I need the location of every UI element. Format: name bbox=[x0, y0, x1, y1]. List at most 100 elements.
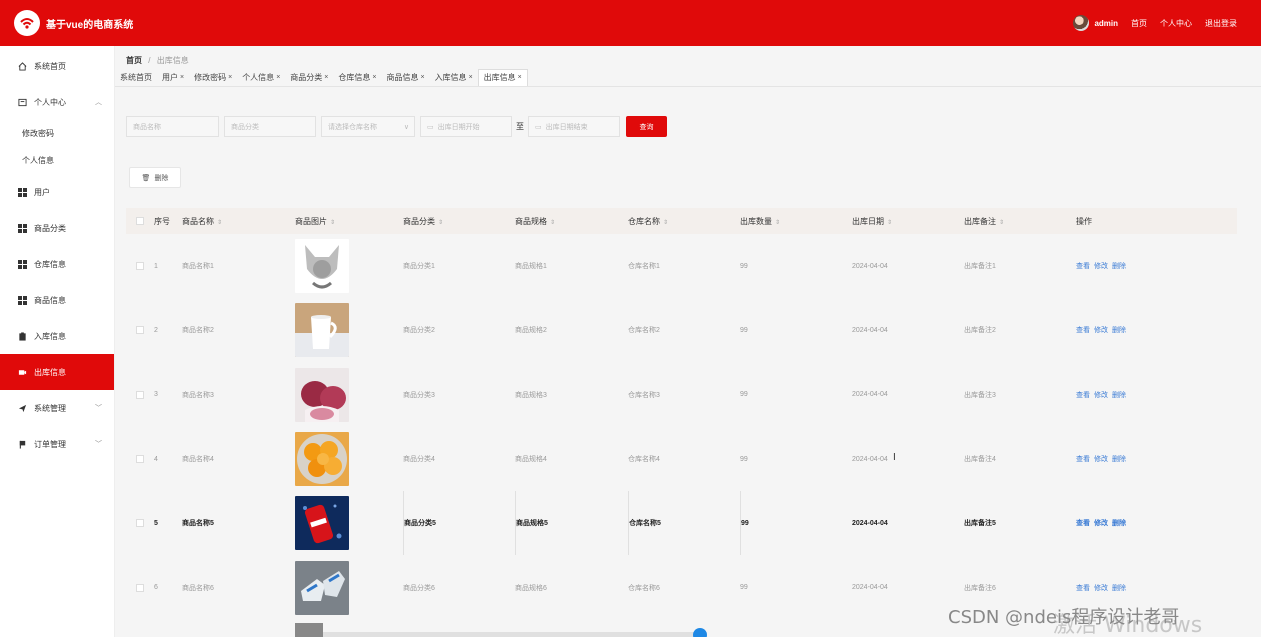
current-user[interactable]: admin bbox=[1073, 15, 1118, 31]
row-checkbox-cell bbox=[126, 583, 154, 592]
header-quantity[interactable]: 出库数量 ⇕ bbox=[740, 216, 852, 227]
header-product-name[interactable]: 商品名称 ⇕ bbox=[182, 216, 295, 227]
row-checkbox[interactable] bbox=[136, 262, 144, 271]
sort-icon: ⇕ bbox=[775, 219, 781, 226]
delete-link[interactable]: 删除 bbox=[1112, 583, 1126, 593]
tag-change-password[interactable]: 修改密码 × bbox=[189, 72, 237, 86]
tag-dashboard[interactable]: 系统首页 bbox=[115, 72, 157, 86]
row-checkbox[interactable] bbox=[136, 390, 144, 399]
sidebar-item-outbound[interactable]: 出库信息 bbox=[0, 354, 114, 390]
header-link-profile[interactable]: 个人中心 bbox=[1160, 18, 1192, 29]
date-start-input[interactable]: ▭ 出库日期开始 bbox=[420, 116, 512, 137]
edit-link[interactable]: 修改 bbox=[1094, 454, 1108, 464]
breadcrumb-home[interactable]: 首页 bbox=[126, 56, 142, 65]
table-row[interactable]: 4 商品名称4 商品分类4 商品规格4 仓库名称4 99 2024-04-04 出库备注4 查看… bbox=[126, 427, 1237, 491]
delete-link[interactable]: 删除 bbox=[1112, 325, 1126, 335]
close-icon[interactable]: × bbox=[276, 74, 280, 81]
horizontal-scrollbar[interactable] bbox=[323, 632, 702, 637]
view-link[interactable]: 查看 bbox=[1076, 518, 1090, 528]
delete-button[interactable]: 🗑 删除 bbox=[129, 167, 181, 188]
sidebar-item-warehouse[interactable]: 仓库信息 bbox=[0, 246, 114, 282]
delete-link[interactable]: 删除 bbox=[1112, 390, 1126, 400]
header-link-logout[interactable]: 退出登录 bbox=[1205, 18, 1237, 29]
edit-link[interactable]: 修改 bbox=[1094, 583, 1108, 593]
sidebar-item-product-category[interactable]: 商品分类 bbox=[0, 210, 114, 246]
header-warehouse[interactable]: 仓库名称 ⇕ bbox=[628, 216, 740, 227]
product-thumbnail[interactable] bbox=[295, 432, 349, 487]
edit-link[interactable]: 修改 bbox=[1094, 518, 1108, 528]
edit-link[interactable]: 修改 bbox=[1094, 325, 1108, 335]
csdn-watermark: CSDN @ndeis程序设计老哥 bbox=[948, 607, 1180, 628]
product-thumbnail[interactable] bbox=[295, 303, 349, 358]
delete-link[interactable]: 删除 bbox=[1112, 454, 1126, 464]
close-icon[interactable]: × bbox=[324, 74, 328, 81]
view-link[interactable]: 查看 bbox=[1076, 454, 1090, 464]
breadcrumb-current: 出库信息 bbox=[156, 56, 189, 65]
row-checkbox[interactable] bbox=[136, 326, 144, 335]
close-icon[interactable]: × bbox=[180, 74, 184, 81]
row-quantity: 99 bbox=[740, 455, 748, 463]
sidebar-item-products[interactable]: 商品信息 bbox=[0, 282, 114, 318]
close-icon[interactable]: × bbox=[420, 74, 424, 81]
header-category[interactable]: 商品分类 ⇕ bbox=[403, 216, 515, 227]
date-end-input[interactable]: ▭ 出库日期结束 bbox=[528, 116, 620, 137]
row-checkbox[interactable] bbox=[136, 519, 144, 528]
tag-product-category[interactable]: 商品分类 × bbox=[285, 72, 333, 86]
table-row[interactable]: 3 商品名称3 商品分类3 商品规格3 仓库名称3 99 2024-04-04 出库备注3 查看… bbox=[126, 363, 1237, 427]
row-checkbox[interactable] bbox=[136, 583, 144, 592]
table-row[interactable]: 5 商品名称5 商品分类5 商品规格5 仓库名称5 99 2024-04-04 出库备注5 查看… bbox=[126, 491, 1237, 556]
scroll-handle[interactable] bbox=[693, 628, 707, 637]
tag-outbound[interactable]: 出库信息 × bbox=[477, 69, 528, 86]
header-note[interactable]: 出库备注 ⇕ bbox=[964, 216, 1076, 227]
view-link[interactable]: 查看 bbox=[1076, 261, 1090, 271]
tag-warehouse[interactable]: 仓库信息 × bbox=[333, 72, 381, 86]
header-spec[interactable]: 商品规格 ⇕ bbox=[515, 216, 628, 227]
product-name-input[interactable]: 商品名称 bbox=[126, 116, 219, 137]
view-link[interactable]: 查看 bbox=[1076, 583, 1090, 593]
sidebar-item-users[interactable]: 用户 bbox=[0, 174, 114, 210]
sort-icon: ⇕ bbox=[887, 219, 893, 226]
table-row[interactable]: 2 商品名称2 商品分类2 商品规格2 仓库名称2 99 2024-04-04 出库备注2 查看… bbox=[126, 298, 1237, 362]
product-thumbnail[interactable] bbox=[295, 496, 349, 551]
delete-link[interactable]: 删除 bbox=[1112, 261, 1126, 271]
close-icon[interactable]: × bbox=[469, 74, 473, 81]
wifi-logo-icon bbox=[20, 18, 34, 29]
sidebar-item-user-center[interactable]: 个人中心 ︿ bbox=[0, 84, 114, 120]
close-icon[interactable]: × bbox=[372, 74, 376, 81]
product-thumbnail[interactable] bbox=[295, 367, 349, 422]
sidebar-item-orders[interactable]: 订单管理 ﹀ bbox=[0, 426, 114, 462]
header-actions: 操作 bbox=[1076, 216, 1092, 226]
row-index: 1 bbox=[154, 262, 158, 270]
category-input[interactable]: 商品分类 bbox=[224, 116, 316, 137]
product-thumbnail[interactable] bbox=[295, 560, 349, 615]
sidebar-item-dashboard[interactable]: 系统首页 bbox=[0, 48, 114, 84]
header-link-home[interactable]: 首页 bbox=[1131, 18, 1147, 29]
search-button[interactable]: 查询 bbox=[626, 116, 667, 137]
product-thumbnail[interactable] bbox=[295, 239, 349, 294]
tag-personal-info[interactable]: 个人信息 × bbox=[237, 72, 285, 86]
sidebar-item-change-password[interactable]: 修改密码 bbox=[0, 120, 114, 147]
tag-users[interactable]: 用户 × bbox=[157, 72, 189, 86]
tag-products[interactable]: 商品信息 × bbox=[381, 72, 429, 86]
row-quantity: 99 bbox=[740, 262, 748, 270]
edit-link[interactable]: 修改 bbox=[1094, 390, 1108, 400]
select-all-checkbox[interactable] bbox=[136, 217, 144, 225]
tag-inbound[interactable]: 入库信息 × bbox=[430, 72, 478, 86]
sidebar-item-inbound[interactable]: 入库信息 bbox=[0, 318, 114, 354]
close-icon[interactable]: × bbox=[228, 74, 232, 81]
view-link[interactable]: 查看 bbox=[1076, 390, 1090, 400]
sidebar-item-personal-info[interactable]: 个人信息 bbox=[0, 147, 114, 174]
delete-link[interactable]: 删除 bbox=[1112, 518, 1126, 528]
row-checkbox[interactable] bbox=[136, 455, 144, 464]
view-link[interactable]: 查看 bbox=[1076, 325, 1090, 335]
table-row[interactable]: 1 商品名称1 商品分类1 商品规格1 仓库名称1 99 2024-04-04 出库备注1 查看… bbox=[126, 234, 1237, 298]
row-product-name: 商品名称4 bbox=[182, 456, 214, 464]
header-date[interactable]: 出库日期 ⇕ bbox=[852, 216, 964, 227]
header-product-image[interactable]: 商品图片 ⇕ bbox=[295, 216, 403, 227]
row-product-name: 商品名称6 bbox=[182, 584, 214, 592]
row-warehouse: 仓库名称5 bbox=[628, 491, 740, 556]
edit-link[interactable]: 修改 bbox=[1094, 261, 1108, 271]
close-icon[interactable]: × bbox=[518, 74, 522, 81]
sidebar-item-system[interactable]: 系统管理 ﹀ bbox=[0, 390, 114, 426]
warehouse-select[interactable]: 请选择仓库名称 ∨ bbox=[321, 116, 415, 137]
